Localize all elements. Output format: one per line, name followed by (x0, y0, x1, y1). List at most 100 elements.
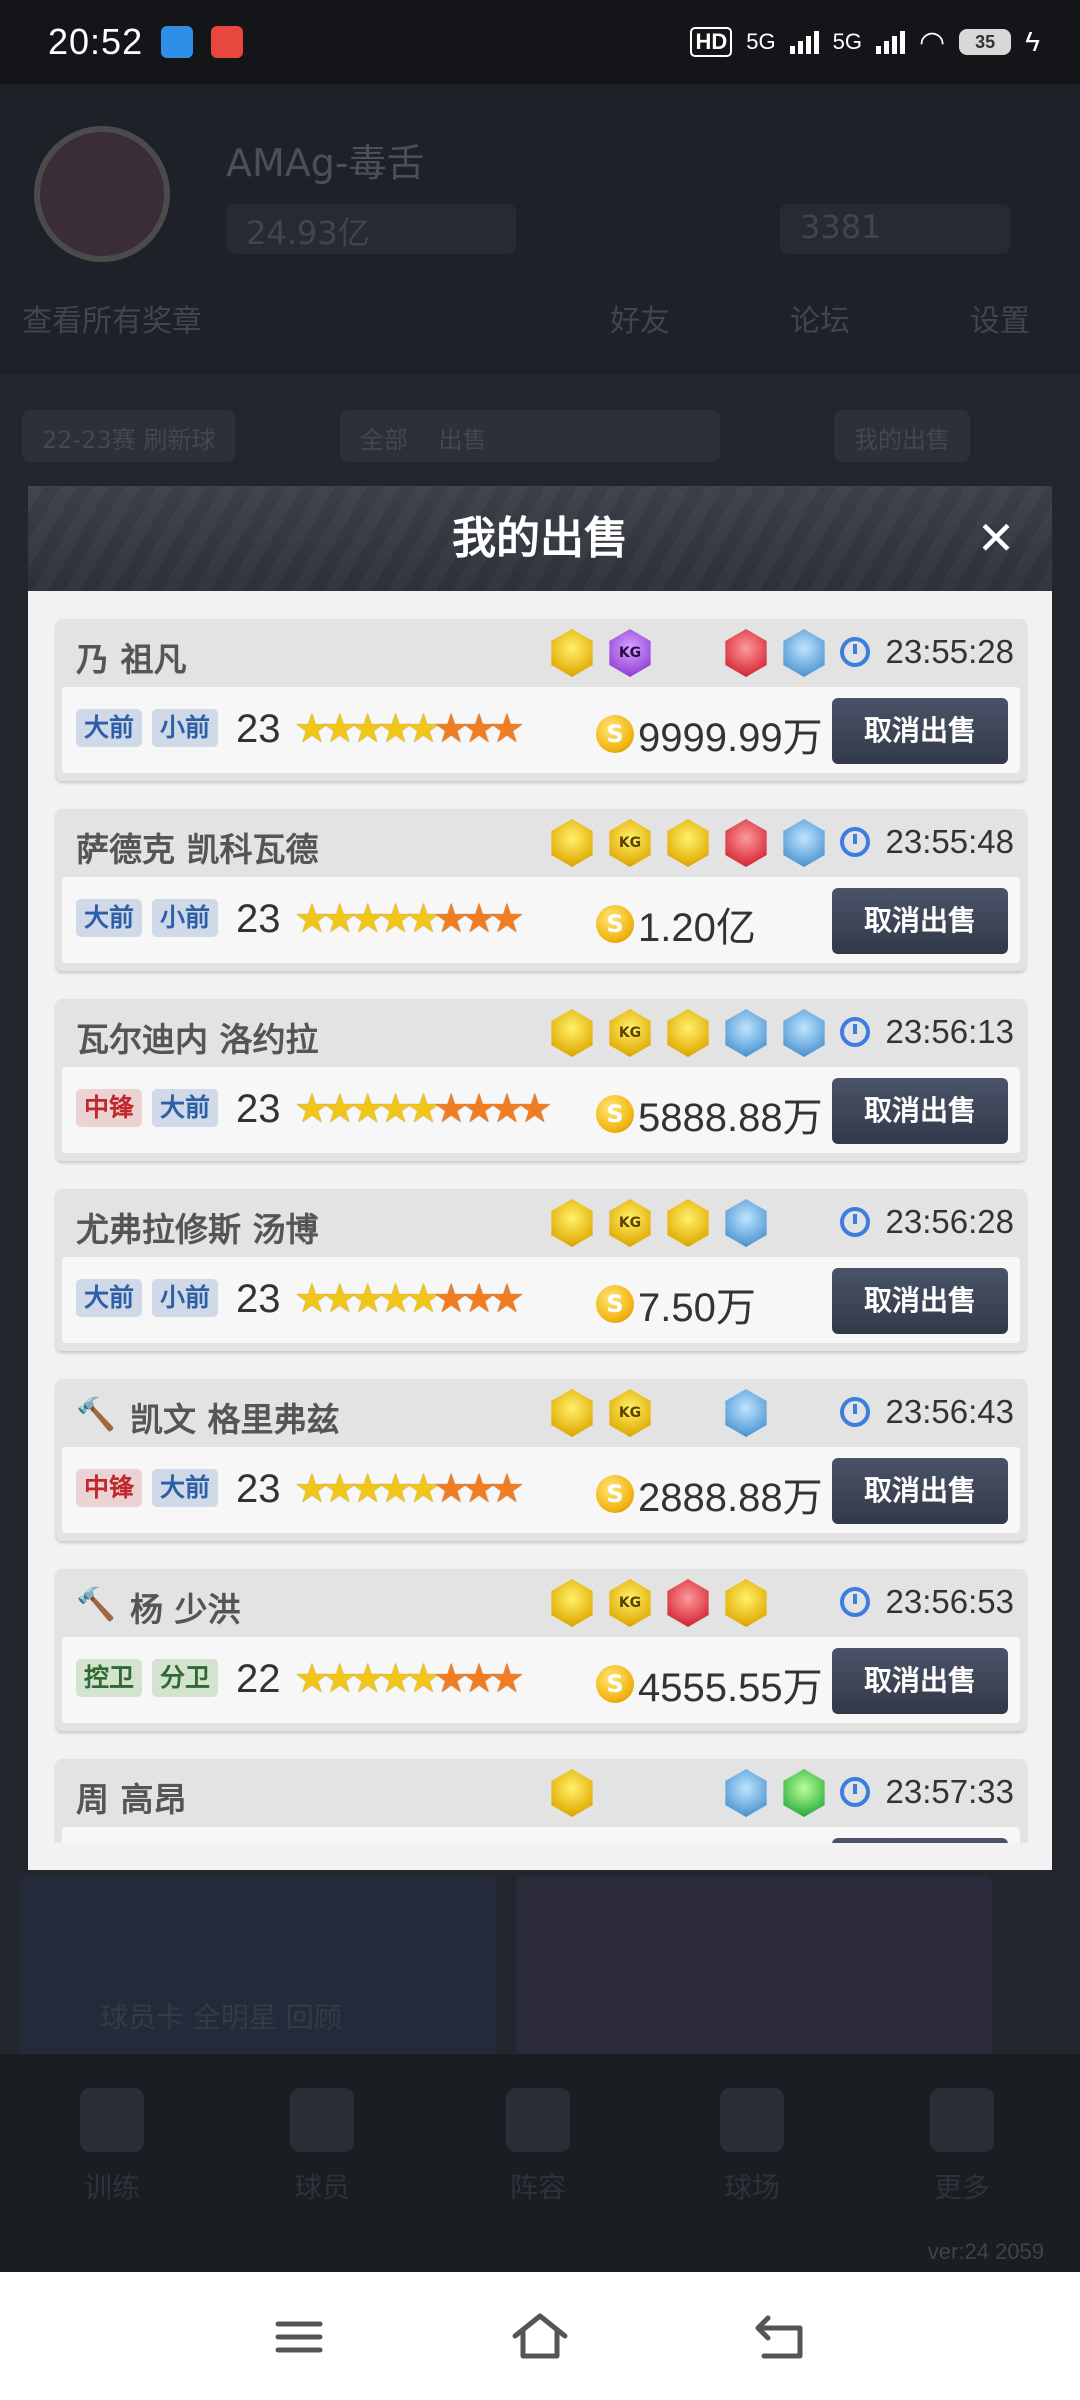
my-sales-modal: 我的出售 ✕ 乃 祖凡 KG 23:55:28 大前 小前 23 ★★★★★★★★ S 9999… (28, 486, 1052, 1870)
coin-icon: S (596, 1285, 634, 1323)
star-gold-icon: ★ (405, 1276, 441, 1322)
star-gold-icon: ★ (377, 1086, 414, 1132)
coin-icon: S (596, 1475, 634, 1513)
player-badge-icon[interactable]: KG (609, 819, 651, 867)
sales-list[interactable]: 乃 祖凡 KG 23:55:28 大前 小前 23 ★★★★★★★★ S 9999.99万 取消出… (28, 591, 1052, 1843)
price-value: 5888.88万 (638, 1096, 823, 1140)
player-badge-icon[interactable] (725, 1579, 767, 1627)
background-nav-item: 更多 (902, 2088, 1022, 2206)
star-gold-icon: ★ (349, 1656, 386, 1702)
star-gold-icon: ★ (405, 1086, 441, 1132)
sale-timer: 23:56:13 (839, 1013, 1014, 1051)
coin-icon: S (596, 905, 634, 943)
background-nav-icon (290, 2088, 354, 2152)
star-gold-icon: ★ (294, 706, 330, 752)
player-badge-icon[interactable]: KG (609, 1009, 651, 1057)
status-bar: 20:52 HD 5G 5G ◠ 35 ϟ (0, 0, 1080, 84)
player-badge-icon[interactable] (783, 819, 825, 867)
sale-timer: 23:56:28 (839, 1203, 1014, 1241)
background-nav-icon (506, 2088, 570, 2152)
gavel-icon: 🔨 (76, 1585, 116, 1623)
player-badge-icon[interactable] (667, 1199, 709, 1247)
background-pill-3: 我的出售 (834, 410, 970, 462)
position-tag: 大前 (76, 709, 143, 747)
player-badge-icon[interactable]: KG (609, 1389, 651, 1437)
stopwatch-icon (839, 1207, 870, 1237)
star-orange-icon: ★ (433, 706, 469, 752)
star-orange-icon: ★ (461, 706, 497, 752)
star-gold-icon: ★ (377, 1656, 414, 1702)
player-badge-icon[interactable] (667, 819, 709, 867)
position-tag: 小前 (152, 1279, 219, 1317)
player-badge-icon[interactable] (667, 1009, 709, 1057)
player-badge-icon[interactable] (725, 1009, 767, 1057)
player-badge-icon[interactable] (551, 1389, 593, 1437)
star-orange-icon: ★ (489, 1466, 525, 1512)
star-orange-icon: ★ (461, 1276, 497, 1322)
background-nav-item: 训练 (52, 2088, 172, 2206)
player-badge-icon[interactable] (725, 819, 767, 867)
player-badge-icon[interactable] (551, 1769, 593, 1817)
player-age: 23 (236, 707, 281, 751)
player-age: 23 (236, 1467, 281, 1511)
star-orange-icon: ★ (461, 1086, 497, 1132)
star-orange-icon: ★ (433, 1466, 469, 1512)
avatar (34, 126, 170, 262)
player-badge-icon[interactable] (551, 819, 593, 867)
star-orange-icon: ★ (433, 1276, 469, 1322)
position-tag: 控卫 (76, 1659, 143, 1697)
player-badge-icon[interactable] (667, 1579, 709, 1627)
player-badge-icon[interactable] (551, 1009, 593, 1057)
player-badge-icon[interactable] (725, 1389, 767, 1437)
background-header: AMAg-毒舌 24.93亿 3381 查看所有奖章 好友 论坛 设置 (0, 84, 1080, 374)
background-friends: 好友 (610, 304, 670, 339)
player-badge-icon[interactable] (551, 1579, 593, 1627)
background-nav-icon (720, 2088, 784, 2152)
player-badge-icon[interactable]: KG (609, 1199, 651, 1247)
cancel-sale-button[interactable]: 取消出售 (832, 1078, 1008, 1144)
star-orange-icon: ★ (433, 896, 469, 942)
player-badge-icon[interactable] (551, 629, 593, 677)
player-badge-icon[interactable] (725, 1199, 767, 1247)
background-pill-1: 22-23赛 刷新球 (22, 410, 236, 462)
cancel-sale-button[interactable]: 取消出售 (832, 1838, 1008, 1843)
sale-item-body: 控卫 分卫 22 ★★★★★★★★ S 4555.55万 取消出售 (62, 1637, 1020, 1723)
cancel-sale-button[interactable]: 取消出售 (832, 1458, 1008, 1524)
player-badge-icon[interactable] (783, 1009, 825, 1057)
player-badge-icon[interactable]: KG (609, 629, 651, 677)
background-nav-label: 更多 (933, 2171, 990, 2204)
star-orange-icon: ★ (433, 1656, 469, 1702)
background-pill-2a: 全部 (360, 426, 408, 454)
star-orange-icon: ★ (461, 1656, 497, 1702)
sale-price: S 9999.99万 (596, 705, 823, 763)
cancel-sale-button[interactable]: 取消出售 (832, 1268, 1008, 1334)
back-icon[interactable] (746, 2302, 816, 2372)
star-gold-icon: ★ (321, 1656, 358, 1702)
star-rating: ★★★★★★★★★ (294, 1085, 553, 1133)
stopwatch-icon (839, 1587, 870, 1617)
player-badge-icon[interactable] (725, 629, 767, 677)
network-5g-label-1: 5G (746, 29, 776, 54)
cancel-sale-button[interactable]: 取消出售 (832, 1648, 1008, 1714)
stopwatch-icon (839, 1777, 870, 1807)
wifi-icon: ◠ (918, 25, 946, 59)
background-pill-2b: 出售 (438, 426, 487, 454)
star-rating: ★★★★★★★★ (294, 1275, 525, 1323)
close-button[interactable]: ✕ (974, 515, 1018, 561)
sale-timer: 23:56:53 (839, 1583, 1014, 1621)
player-badge-icon[interactable] (725, 1769, 767, 1817)
price-value: 4555.55万 (638, 1666, 823, 1710)
cancel-sale-button[interactable]: 取消出售 (832, 888, 1008, 954)
position-tag: 大前 (152, 1469, 219, 1507)
player-badge-icon[interactable] (783, 1769, 825, 1817)
telegram-icon (161, 26, 194, 58)
cancel-sale-button[interactable]: 取消出售 (832, 698, 1008, 764)
player-badge-icon[interactable] (551, 1199, 593, 1247)
menu-icon[interactable] (264, 2302, 334, 2372)
background-nav-item: 阵容 (478, 2088, 598, 2206)
version-label: ver:24 2059 (927, 2239, 1044, 2264)
player-badge-icon[interactable] (783, 629, 825, 677)
player-badge-icon[interactable]: KG (609, 1579, 651, 1627)
home-icon[interactable] (505, 2302, 575, 2372)
sale-price: S 5888.88万 (596, 1085, 823, 1143)
